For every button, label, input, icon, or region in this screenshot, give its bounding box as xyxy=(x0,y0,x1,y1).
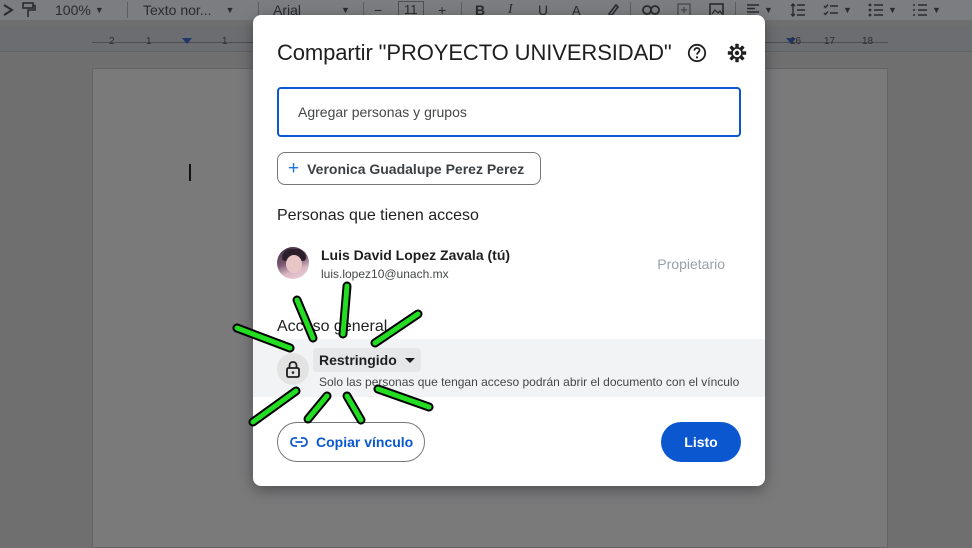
suggestion-name: Veronica Guadalupe Perez Perez xyxy=(307,160,525,177)
access-description: Solo las personas que tengan acceso podr… xyxy=(319,375,740,389)
help-icon[interactable] xyxy=(685,41,709,65)
chevron-down-icon: ▼ xyxy=(843,5,852,15)
ruler-number: 18 xyxy=(862,36,874,47)
plus-icon: + xyxy=(288,158,300,179)
avatar xyxy=(277,247,309,279)
ruler-number: 2 xyxy=(109,36,115,47)
toolbar-divider xyxy=(127,2,128,18)
indent-marker[interactable] xyxy=(182,38,192,44)
access-level-label: Restringido xyxy=(319,352,397,368)
ruler-number: 17 xyxy=(824,36,836,47)
chevron-down-icon xyxy=(404,357,415,363)
person-row: Luis David Lopez Zavala (tú) luis.lopez1… xyxy=(277,247,741,281)
text-cursor xyxy=(189,164,191,181)
bullet-list-icon[interactable]: ▼ xyxy=(868,1,897,19)
person-email: luis.lopez10@unach.mx xyxy=(321,267,449,281)
line-spacing-icon[interactable] xyxy=(790,1,806,19)
zoom-value: 100% xyxy=(55,2,91,18)
person-role: Propietario xyxy=(657,256,725,272)
share-dialog: Compartir "PROYECTO UNIVERSIDAD" + Veron… xyxy=(253,15,765,486)
chevron-down-icon: ▼ xyxy=(764,5,773,15)
add-people-input[interactable] xyxy=(277,87,741,137)
ruler-number: 16 xyxy=(790,36,802,47)
ruler-number: 1 xyxy=(222,36,228,47)
copy-link-button[interactable]: Copiar vínculo xyxy=(277,422,425,462)
style-select[interactable]: Texto nor... ▼ xyxy=(143,1,234,19)
link-icon xyxy=(290,437,308,447)
lock-icon xyxy=(277,353,309,385)
access-heading: Personas que tienen acceso xyxy=(277,207,479,224)
chevron-down-icon: ▼ xyxy=(932,5,941,15)
chevron-down-icon: ▼ xyxy=(888,5,897,15)
dialog-title: Compartir "PROYECTO UNIVERSIDAD" xyxy=(277,40,672,65)
gear-icon[interactable] xyxy=(725,41,749,65)
access-level-dropdown[interactable]: Restringido xyxy=(313,348,421,372)
suggestion-chip[interactable]: + Veronica Guadalupe Perez Perez xyxy=(277,152,542,185)
copy-link-label: Copiar vínculo xyxy=(316,434,414,450)
person-name: Luis David Lopez Zavala (tú) xyxy=(321,247,511,263)
paint-format-icon[interactable] xyxy=(22,1,36,19)
undo-icon[interactable] xyxy=(2,1,14,19)
general-access-heading: Acceso general xyxy=(277,318,388,335)
style-value: Texto nor... xyxy=(143,2,212,18)
chevron-down-icon: ▼ xyxy=(225,5,235,15)
numbered-list-icon[interactable]: ▼ xyxy=(912,1,941,19)
chevron-down-icon: ▼ xyxy=(94,5,104,15)
ruler-number: 1 xyxy=(146,36,152,47)
zoom-select[interactable]: 100% ▼ xyxy=(55,1,104,19)
checklist-icon[interactable]: ▼ xyxy=(823,1,852,19)
general-access-row: Restringido Solo las personas que tengan… xyxy=(253,339,765,397)
chevron-down-icon: ▼ xyxy=(341,5,350,15)
done-button[interactable]: Listo xyxy=(661,422,741,462)
